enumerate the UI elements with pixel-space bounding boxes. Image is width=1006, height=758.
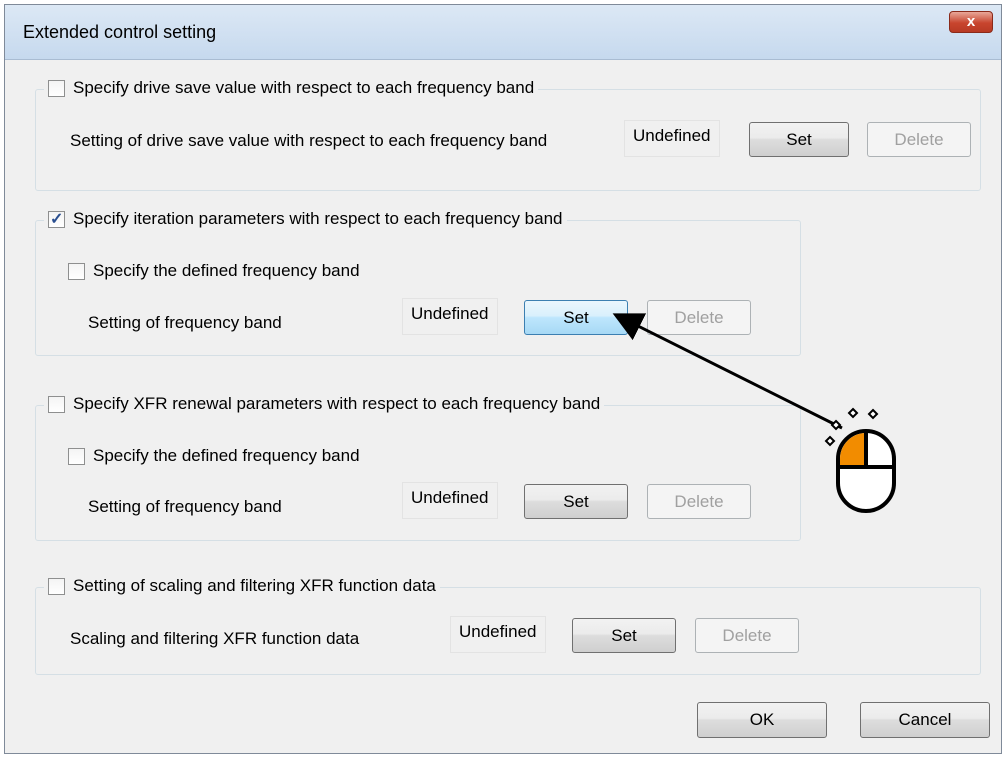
mouse-click-icon (824, 407, 896, 513)
annotation-overlay (612, 313, 896, 513)
pointer-arrow (612, 313, 843, 430)
